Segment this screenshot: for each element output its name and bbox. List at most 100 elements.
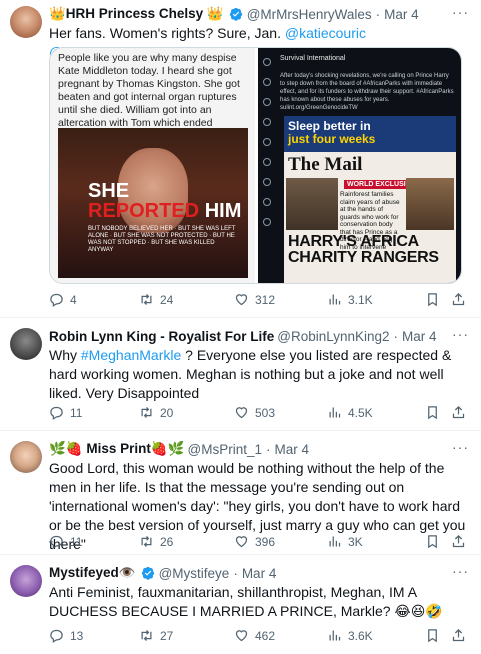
nav-icon [263, 138, 271, 146]
like-icon [235, 630, 248, 642]
nav-icon [263, 118, 271, 126]
tweet-actions: 4 24 312 3.1K [49, 292, 469, 310]
newspaper-banner: Sleep better in just four weeks [284, 116, 456, 152]
app-sidebar [258, 48, 276, 283]
views-button[interactable]: 3.1K [327, 292, 373, 307]
newspaper-photo [286, 178, 338, 230]
author-handle[interactable]: @Mystifeye [159, 566, 230, 581]
like-button[interactable]: 396 [234, 534, 275, 549]
tweet-3[interactable]: 🌿🍓 Miss Print🍓🌿 @MsPrint_1 · Mar 4 ··· G… [0, 431, 481, 555]
tweet-1[interactable]: 👑HRH Princess Chelsy 👑 @MrMrsHenryWales … [0, 0, 481, 318]
like-button[interactable]: 312 [234, 292, 275, 307]
nav-icon [263, 58, 271, 66]
avatar[interactable] [10, 565, 42, 597]
retweet-button[interactable]: 26 [139, 534, 173, 549]
tweet-date[interactable]: Mar 4 [402, 329, 437, 344]
avatar[interactable] [10, 328, 42, 360]
avatar[interactable] [10, 6, 42, 38]
newspaper-photo [406, 178, 454, 230]
tweet-actions: 11 26 396 3K [49, 534, 469, 552]
reply-icon [50, 535, 63, 549]
reply-icon [50, 406, 63, 420]
media-image-left[interactable]: People like you are why many despise Kat… [50, 48, 255, 283]
newspaper-masthead: The Mail [288, 154, 363, 175]
tweet-actions: 11 20 503 4.5K [49, 405, 469, 423]
tweet-header: 🌿🍓 Miss Print🍓🌿 @MsPrint_1 · Mar 4 [49, 441, 310, 457]
views-button[interactable]: 4.5K [327, 405, 373, 420]
avatar[interactable] [10, 441, 42, 473]
retweet-icon [141, 407, 152, 418]
share-icon[interactable] [451, 405, 466, 424]
reply-icon [50, 293, 63, 307]
author-name[interactable]: 👑HRH Princess Chelsy 👑 [49, 6, 224, 22]
reply-button[interactable]: 11 [49, 534, 82, 549]
reply-button[interactable]: 13 [49, 628, 83, 643]
like-button[interactable]: 462 [234, 628, 275, 643]
author-name[interactable]: Robin Lynn King - Royalist For Life [49, 329, 274, 344]
bookmark-icon[interactable] [425, 292, 440, 311]
views-icon [329, 536, 341, 547]
tweet-actions: 13 27 462 3.6K [49, 628, 469, 646]
media-image-right[interactable]: Survival International After today's sho… [258, 48, 461, 283]
nav-icon [263, 98, 271, 106]
more-icon[interactable]: ··· [452, 326, 469, 342]
like-button[interactable]: 503 [234, 405, 275, 420]
nav-icon [263, 178, 271, 186]
embedded-account: Survival International [280, 55, 346, 62]
retweet-button[interactable]: 27 [139, 628, 173, 643]
image-headline: SHE REPORTED HIM [88, 180, 242, 222]
tweet-header: Robin Lynn King - Royalist For Life @Rob… [49, 328, 437, 344]
author-name[interactable]: Mystifeyed👁️ [49, 565, 136, 581]
newspaper-headline: HARRY'S AFRICA CHARITY RANGERS [288, 233, 439, 266]
views-icon [329, 407, 341, 418]
embedded-post-text: After today's shocking revelations, we'r… [280, 73, 454, 111]
tweet-text: Anti Feminist, fauxmanitarian, shillanth… [49, 584, 443, 619]
author-handle[interactable]: @MrMrsHenryWales [247, 7, 372, 22]
author-name[interactable]: 🌿🍓 Miss Print🍓🌿 [49, 441, 185, 457]
tweet-text: Why #MeghanMarkle ? Everyone else you li… [49, 347, 452, 401]
verified-badge-icon [229, 7, 242, 21]
tweet-4[interactable]: Mystifeyed👁️ @Mystifeye · Mar 4 ··· Anti… [0, 555, 481, 654]
tweet-date[interactable]: Mar 4 [275, 442, 310, 457]
hashtag-link[interactable]: #MeghanMarkle [81, 347, 181, 363]
author-handle[interactable]: @MsPrint_1 [188, 442, 262, 457]
retweet-button[interactable]: 24 [139, 292, 173, 307]
more-icon[interactable]: ··· [452, 439, 469, 455]
nav-icon [263, 78, 271, 86]
views-icon [329, 294, 341, 305]
nav-icon [263, 158, 271, 166]
share-icon[interactable] [451, 628, 466, 647]
share-icon[interactable] [451, 292, 466, 311]
like-icon [235, 407, 248, 419]
reply-button[interactable]: 4 [49, 292, 77, 307]
views-button[interactable]: 3.6K [327, 628, 373, 643]
share-icon[interactable] [451, 534, 466, 553]
tweet-header: 👑HRH Princess Chelsy 👑 @MrMrsHenryWales … [49, 6, 419, 22]
bookmark-icon[interactable] [425, 405, 440, 424]
tweet-date[interactable]: Mar 4 [384, 7, 419, 22]
nav-icon [263, 218, 271, 226]
nav-icon [263, 198, 271, 206]
like-icon [235, 536, 248, 548]
views-button[interactable]: 3K [327, 534, 363, 549]
author-handle[interactable]: @RobinLynnKing2 [277, 329, 389, 344]
tweet-date[interactable]: Mar 4 [242, 566, 277, 581]
retweet-button[interactable]: 20 [139, 405, 173, 420]
reply-button[interactable]: 11 [49, 405, 82, 420]
tweet-header: Mystifeyed👁️ @Mystifeye · Mar 4 [49, 565, 277, 581]
more-icon[interactable]: ··· [452, 4, 469, 20]
more-icon[interactable]: ··· [452, 563, 469, 579]
tweet-2[interactable]: Robin Lynn King - Royalist For Life @Rob… [0, 318, 481, 431]
verified-badge-icon [141, 566, 154, 580]
reply-icon [50, 629, 63, 643]
like-icon [235, 294, 248, 306]
retweet-icon [141, 536, 152, 547]
retweet-icon [141, 630, 152, 641]
newspaper: Sleep better in just four weeks The Mail… [284, 116, 456, 283]
retweet-icon [141, 294, 152, 305]
views-icon [329, 630, 341, 641]
bookmark-icon[interactable] [425, 628, 440, 647]
bookmark-icon[interactable] [425, 534, 440, 553]
tweet-media[interactable]: People like you are why many despise Kat… [49, 47, 462, 284]
image-fine-print: BUT NOBODY BELIEVED HER · BUT SHE WAS LE… [88, 226, 236, 253]
